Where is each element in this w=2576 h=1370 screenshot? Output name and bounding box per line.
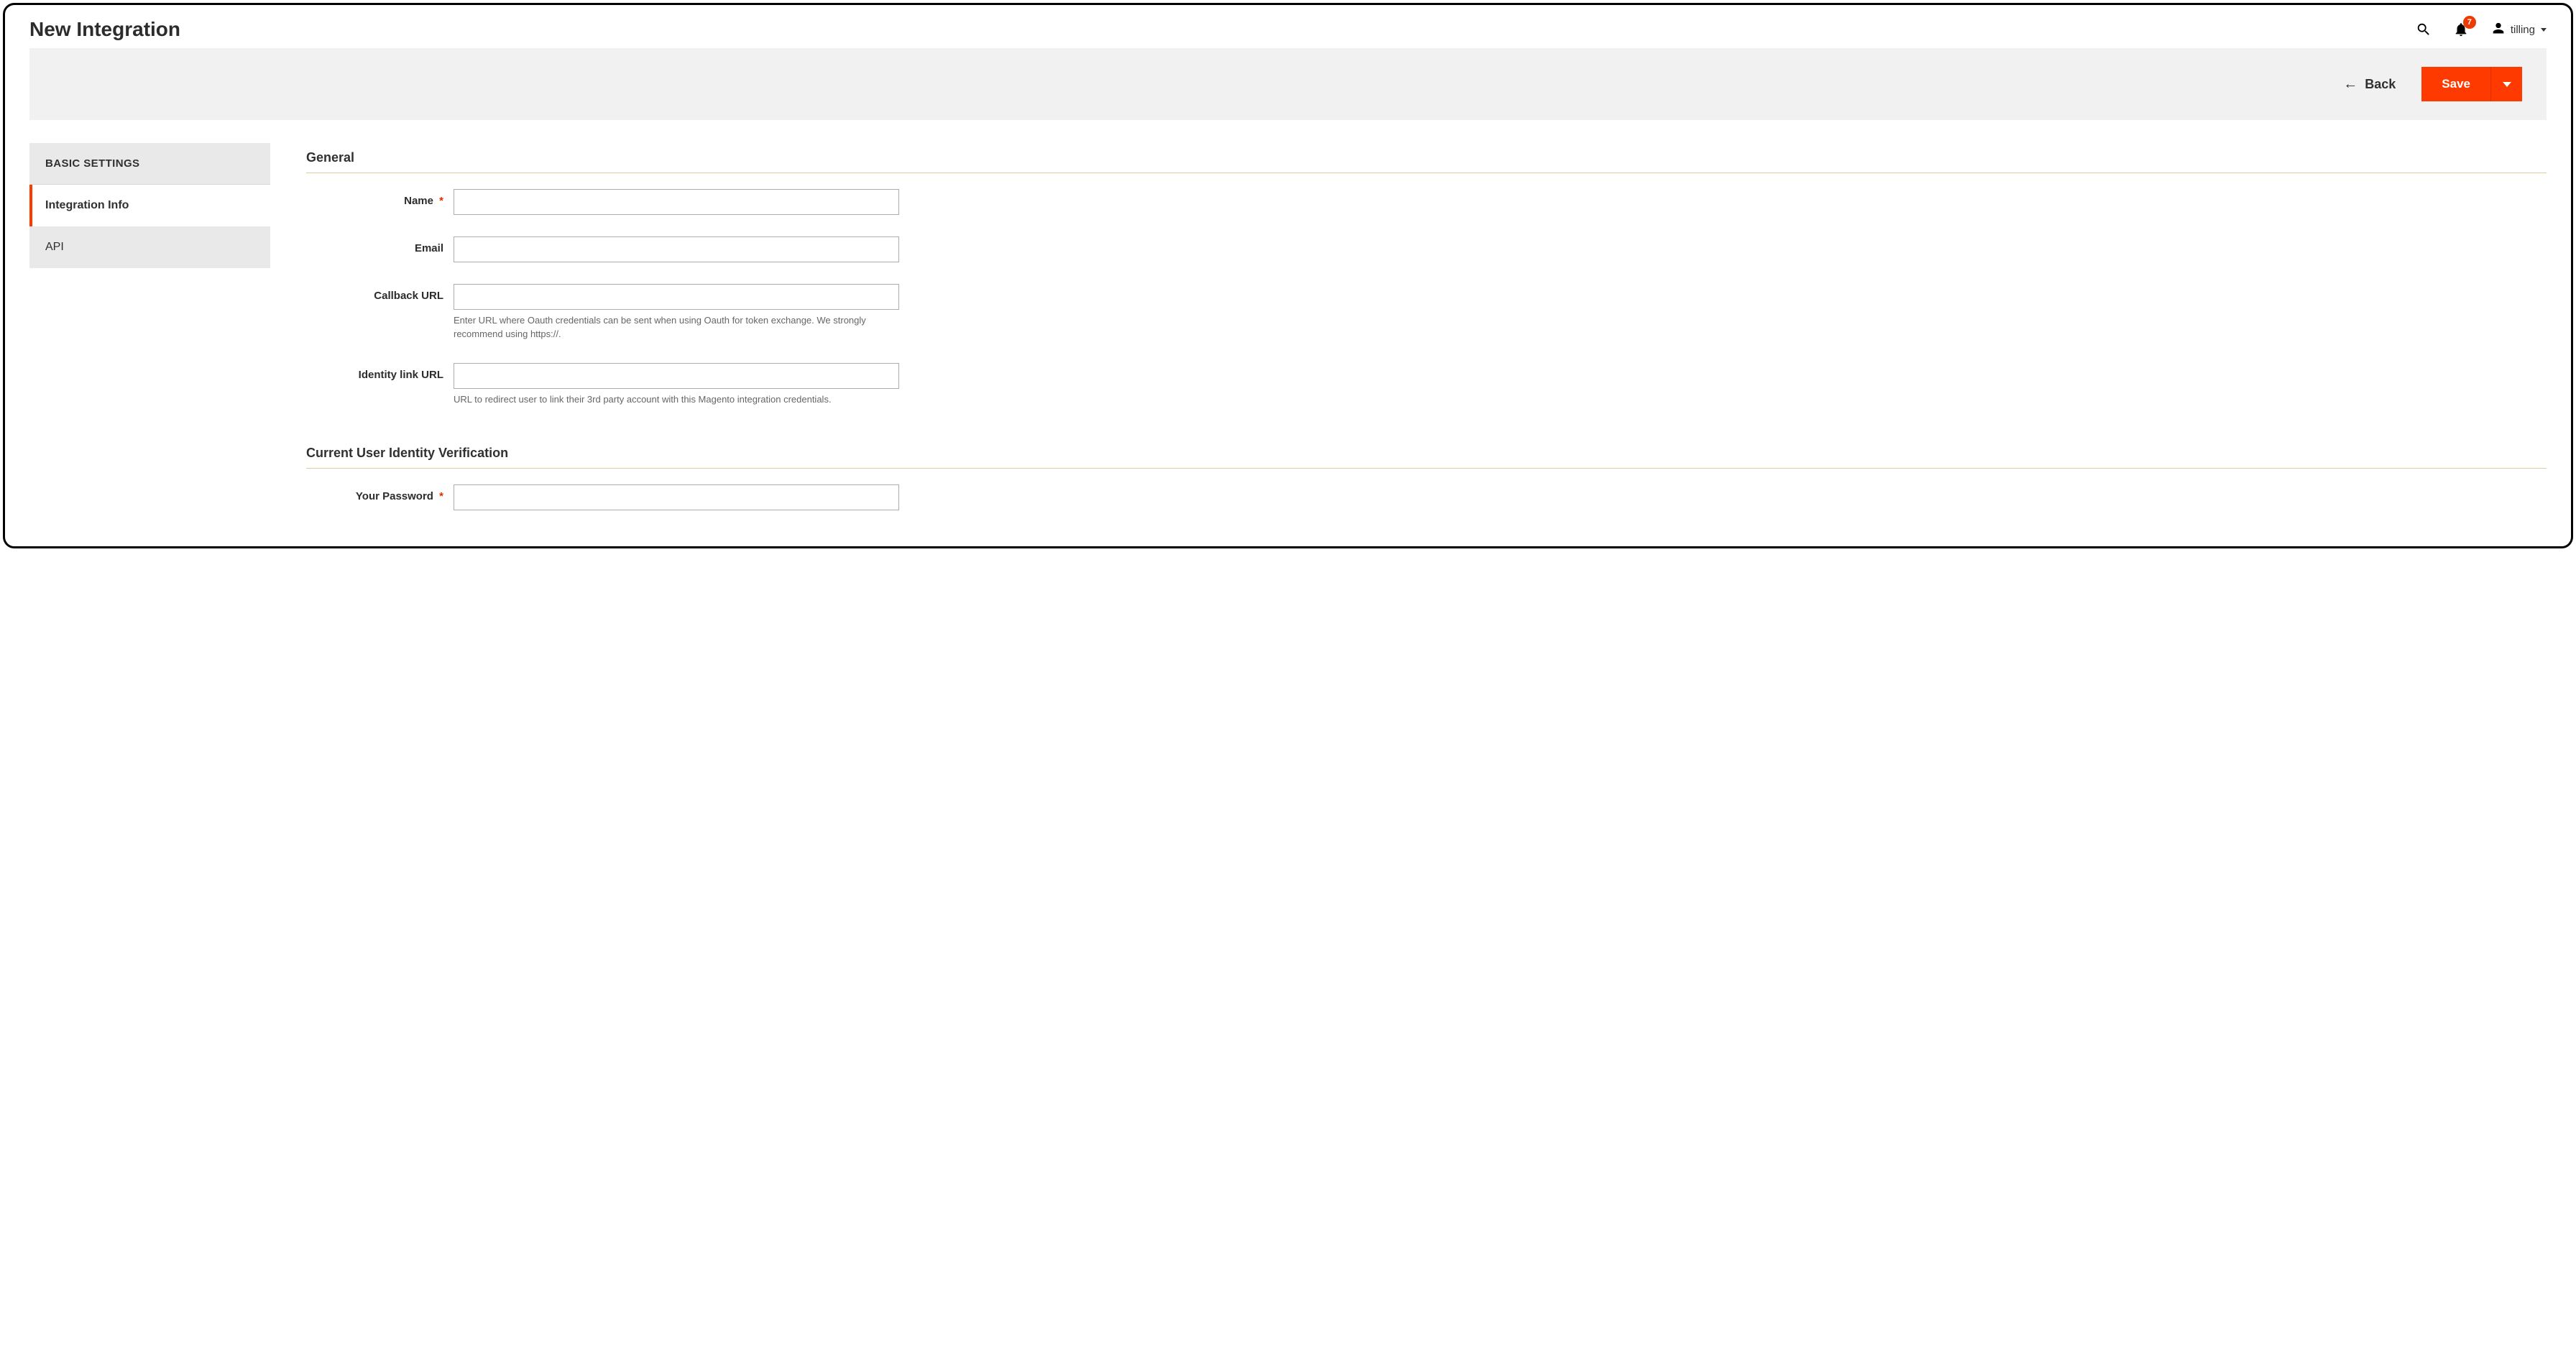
caret-down-icon — [2541, 28, 2547, 32]
back-button[interactable]: ← Back — [2343, 77, 2396, 92]
email-input[interactable] — [454, 236, 899, 262]
sidebar: BASIC SETTINGS Integration Info API — [29, 143, 270, 268]
field-label: Your Password * — [306, 484, 454, 502]
notifications-icon[interactable]: 7 — [2453, 22, 2469, 37]
content-area: BASIC SETTINGS Integration Info API Gene… — [5, 120, 2571, 532]
password-input[interactable] — [454, 484, 899, 510]
field-help: Enter URL where Oauth credentials can be… — [454, 314, 899, 341]
back-label: Back — [2365, 77, 2396, 92]
callback-url-input[interactable] — [454, 284, 899, 310]
user-name: tilling — [2511, 24, 2535, 36]
field-help: URL to redirect user to link their 3rd p… — [454, 393, 899, 407]
save-dropdown-button[interactable] — [2490, 67, 2522, 101]
sidebar-item-api[interactable]: API — [29, 226, 270, 268]
field-label: Email — [306, 236, 454, 254]
field-label: Callback URL — [306, 284, 454, 302]
sidebar-item-label: API — [45, 241, 64, 253]
field-label: Name * — [306, 189, 454, 207]
name-input[interactable] — [454, 189, 899, 215]
sidebar-item-label: Integration Info — [45, 199, 129, 211]
field-row-identity-link-url: Identity link URL URL to redirect user t… — [306, 363, 2547, 407]
arrow-left-icon: ← — [2343, 77, 2358, 91]
page-title: New Integration — [29, 18, 180, 41]
field-row-password: Your Password * — [306, 484, 2547, 510]
topbar: New Integration 7 tilling — [5, 5, 2571, 48]
action-bar: ← Back Save — [29, 48, 2547, 120]
app-frame: New Integration 7 tilling ← Back Sav — [3, 3, 2573, 548]
save-button[interactable]: Save — [2421, 67, 2490, 101]
main-panel: General Name * Email — [306, 143, 2547, 532]
required-marker: * — [439, 490, 443, 502]
sidebar-header: BASIC SETTINGS — [29, 143, 270, 185]
field-row-callback-url: Callback URL Enter URL where Oauth crede… — [306, 284, 2547, 341]
identity-link-url-input[interactable] — [454, 363, 899, 389]
sidebar-item-integration-info[interactable]: Integration Info — [29, 185, 270, 226]
user-menu[interactable]: tilling — [2490, 22, 2547, 37]
required-marker: * — [439, 195, 443, 207]
section-title-general: General — [306, 150, 2547, 173]
save-button-group: Save — [2421, 67, 2522, 101]
field-row-name: Name * — [306, 189, 2547, 215]
field-row-email: Email — [306, 236, 2547, 262]
triangle-down-icon — [2503, 82, 2511, 87]
search-icon[interactable] — [2416, 22, 2432, 37]
top-actions: 7 tilling — [2416, 22, 2547, 37]
section-title-verification: Current User Identity Verification — [306, 446, 2547, 469]
notification-badge: 7 — [2463, 16, 2476, 29]
user-icon — [2490, 22, 2506, 37]
field-label: Identity link URL — [306, 363, 454, 381]
